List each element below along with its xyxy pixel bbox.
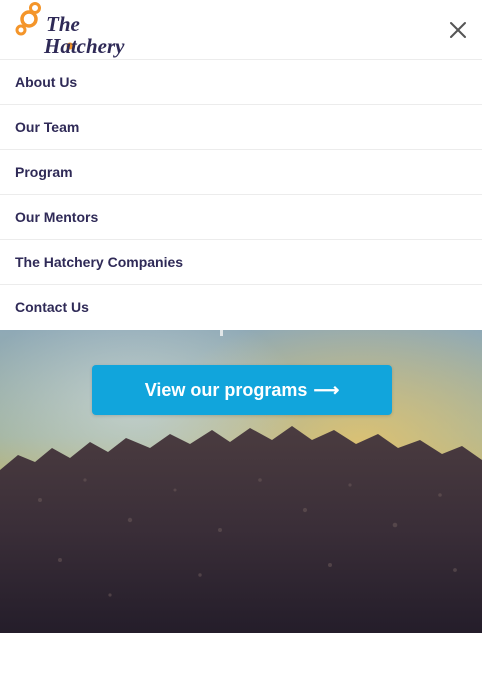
menu-item-about-us[interactable]: About Us — [0, 60, 482, 105]
hatchery-logo[interactable]: The Hatchery — [14, 0, 139, 60]
view-programs-label: View our programs — [144, 380, 308, 400]
logo-text-line2: Hatchery — [43, 34, 125, 58]
logo-text-line1: The — [46, 12, 80, 36]
menu-item-our-team[interactable]: Our Team — [0, 105, 482, 150]
view-programs-button[interactable]: View our programs ⟶ — [92, 365, 392, 415]
site-header: The Hatchery — [0, 0, 482, 60]
arrow-right-icon: ⟶ — [313, 380, 340, 400]
nav-menu: About Us Our Team Program Our Mentors Th… — [0, 60, 482, 330]
menu-item-hatchery-companies[interactable]: The Hatchery Companies — [0, 240, 482, 285]
menu-item-program[interactable]: Program — [0, 150, 482, 195]
menu-item-contact-us[interactable]: Contact Us — [0, 285, 482, 330]
close-icon[interactable] — [446, 18, 470, 42]
menu-item-our-mentors[interactable]: Our Mentors — [0, 195, 482, 240]
